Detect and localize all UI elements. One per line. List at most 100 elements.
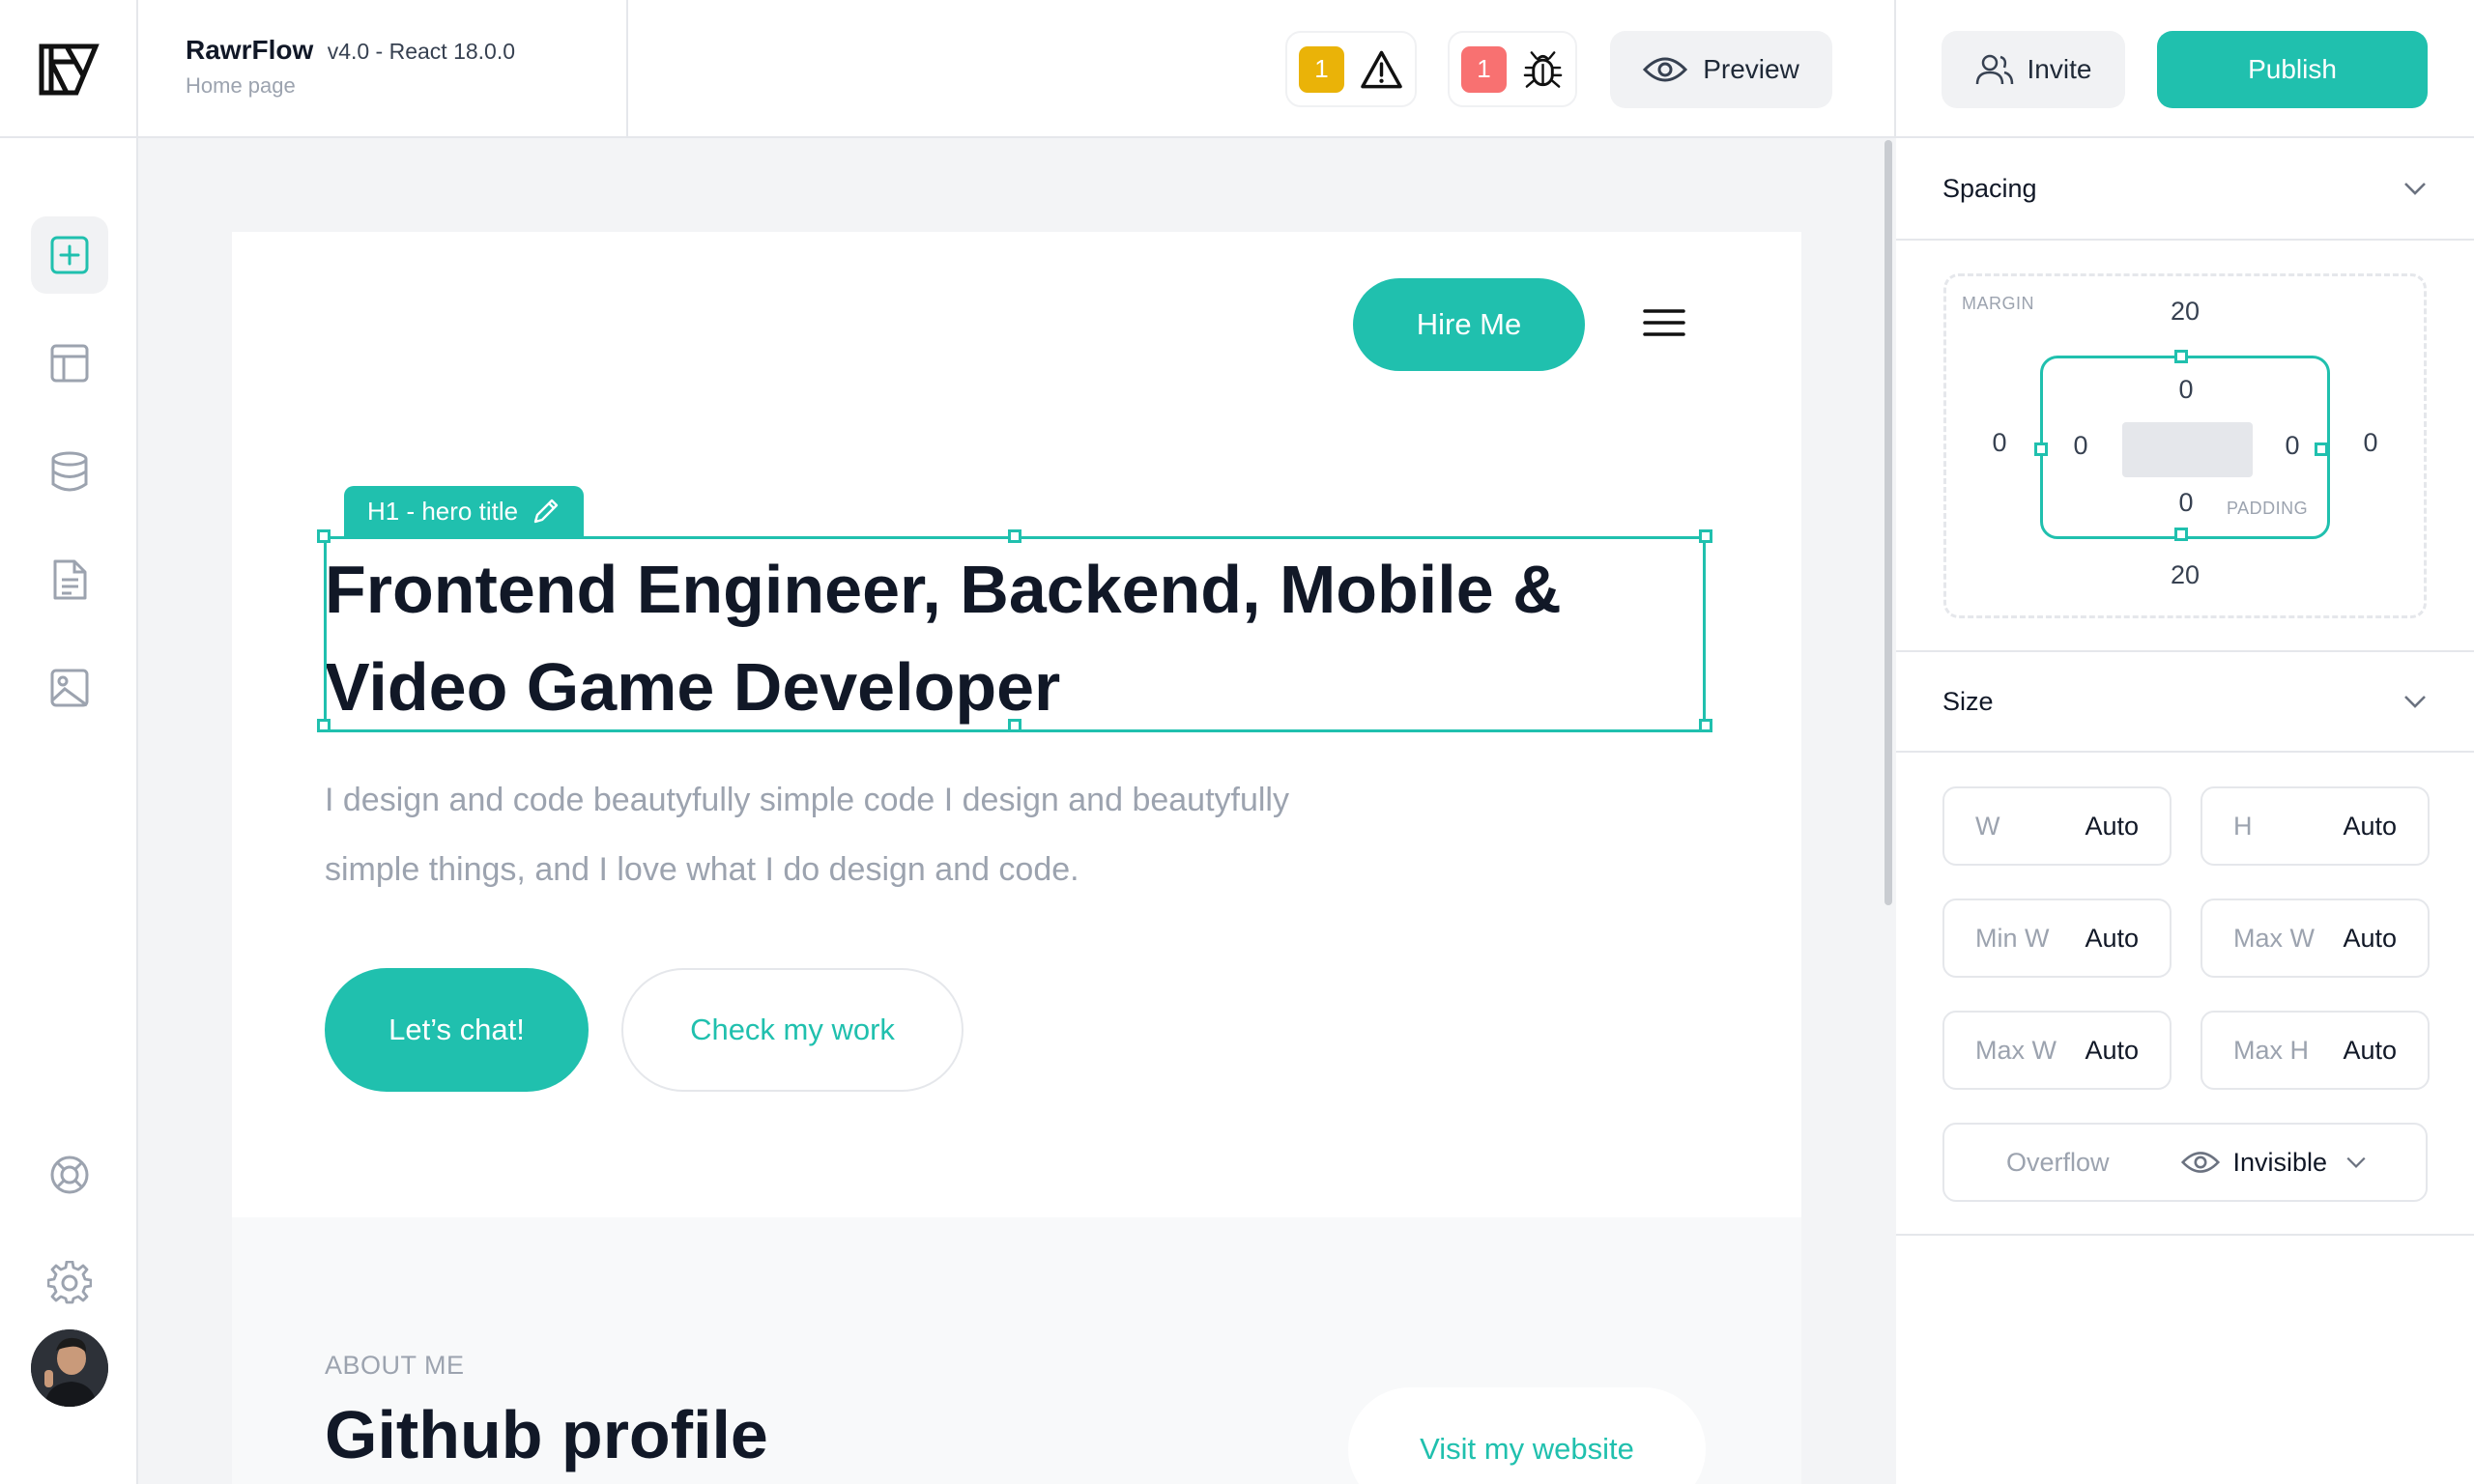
chevron-down-icon (2346, 1156, 2366, 1168)
settings-gear-icon (47, 1261, 92, 1304)
current-page-name: Home page (186, 73, 296, 98)
margin-bottom-value[interactable]: 20 (2166, 560, 2204, 590)
warnings-button[interactable]: 1 (1285, 31, 1417, 107)
min-width-field[interactable]: Min W Auto (1942, 899, 2172, 978)
sidebar-item-help[interactable] (31, 1136, 108, 1213)
pencil-edit-icon[interactable] (532, 497, 561, 526)
max-height-field-value: Auto (2343, 1035, 2397, 1065)
resize-handle-top-left[interactable] (317, 529, 331, 543)
padding-box: 0 0 0 0 PADDING (2034, 350, 2330, 541)
chevron-down-icon (2404, 183, 2426, 195)
min-width-field-value: Auto (2085, 923, 2139, 953)
image-icon (50, 669, 89, 707)
max-width-field-value: Auto (2343, 923, 2397, 953)
max-width-field-2-label: Max W (1975, 1035, 2057, 1065)
app-info: RawrFlow v4.0 - React 18.0.0 Home page (138, 0, 628, 138)
padding-handle-right[interactable] (2315, 442, 2328, 456)
preview-button[interactable]: Preview (1610, 31, 1832, 108)
selection-outline (317, 529, 1712, 732)
top-bar: RawrFlow v4.0 - React 18.0.0 Home page 1… (0, 0, 2474, 138)
lets-chat-button[interactable]: Let’s chat! (325, 968, 589, 1092)
errors-button[interactable]: 1 (1448, 31, 1577, 107)
hero-subtitle-line-2: simple things, and I love what I do desi… (325, 851, 1079, 888)
eye-icon (2180, 1152, 2220, 1173)
user-avatar[interactable] (31, 1329, 108, 1407)
sidebar-item-settings[interactable] (31, 1244, 108, 1322)
height-field[interactable]: H Auto (2201, 786, 2430, 866)
max-height-field-label: Max H (2233, 1035, 2310, 1065)
margin-right-value[interactable]: 0 (2351, 428, 2390, 458)
margin-left-value[interactable]: 0 (1980, 428, 2019, 458)
page-preview[interactable]: Hire Me H1 - hero title Frontend Enginee… (232, 232, 1801, 1484)
sidebar-item-pages[interactable] (31, 541, 108, 618)
sidebar-item-layout[interactable] (31, 325, 108, 402)
padding-bottom-value[interactable]: 0 (2167, 488, 2205, 518)
selected-element-tag-label: H1 - hero title (367, 496, 519, 526)
padding-handle-top[interactable] (2174, 350, 2188, 363)
about-label: ABOUT ME (325, 1351, 465, 1380)
about-section[interactable]: ABOUT ME Github profile Visit my website (232, 1217, 1801, 1484)
size-section-header[interactable]: Size (1896, 650, 2474, 753)
database-icon (51, 451, 88, 492)
selected-element-tag[interactable]: H1 - hero title (344, 486, 585, 536)
content-box (2122, 422, 2253, 477)
margin-label: MARGIN (1962, 294, 2034, 313)
resize-handle-top[interactable] (1008, 529, 1021, 543)
resize-handle-bottom-right[interactable] (1699, 719, 1712, 732)
help-lifebuoy-icon (50, 1156, 89, 1194)
add-square-icon (50, 236, 89, 274)
resize-handle-top-right[interactable] (1699, 529, 1712, 543)
max-width-field-2[interactable]: Max W Auto (1942, 1011, 2172, 1090)
min-width-field-label: Min W (1975, 923, 2050, 953)
sidebar-item-database[interactable] (31, 433, 108, 510)
preview-label: Preview (1703, 54, 1799, 84)
max-width-field-2-value: Auto (2085, 1035, 2139, 1065)
eye-icon (1643, 57, 1688, 82)
resize-handle-bottom-left[interactable] (317, 719, 331, 732)
visit-website-button[interactable]: Visit my website (1348, 1387, 1706, 1484)
app-logo[interactable] (0, 0, 138, 138)
about-title: Github profile (325, 1397, 768, 1472)
canvas-scrollbar[interactable] (1884, 140, 1892, 905)
width-field[interactable]: W Auto (1942, 786, 2172, 866)
design-canvas[interactable]: Hire Me H1 - hero title Frontend Enginee… (138, 138, 1894, 1484)
sidebar-item-media[interactable] (31, 649, 108, 727)
spacing-section-header[interactable]: Spacing (1896, 138, 2474, 241)
hero-subtitle-line-1: I design and code beautyfully simple cod… (325, 782, 1289, 818)
hire-me-button[interactable]: Hire Me (1353, 278, 1585, 371)
sidebar-item-add-element[interactable] (31, 216, 108, 294)
invite-button[interactable]: Invite (1942, 31, 2125, 108)
max-height-field[interactable]: Max H Auto (2201, 1011, 2430, 1090)
errors-count-badge: 1 (1461, 45, 1507, 93)
width-field-value: Auto (2085, 811, 2139, 841)
user-photo-icon (31, 1329, 108, 1407)
hero-subtitle[interactable]: I design and code beautyfully simple cod… (325, 765, 1417, 904)
warnings-count-badge: 1 (1299, 45, 1344, 93)
spacing-title: Spacing (1942, 173, 2037, 203)
bug-icon (1523, 50, 1563, 88)
panel-divider (1896, 1234, 2474, 1236)
hamburger-menu-icon[interactable] (1643, 301, 1685, 344)
padding-left-value[interactable]: 0 (2061, 431, 2100, 461)
properties-panel: Spacing MARGIN 20 20 0 0 0 0 0 0 PADDING… (1896, 138, 2474, 1484)
height-field-value: Auto (2343, 811, 2397, 841)
resize-handle-bottom[interactable] (1008, 719, 1021, 732)
check-my-work-button[interactable]: Check my work (621, 968, 964, 1092)
padding-top-value[interactable]: 0 (2167, 375, 2205, 405)
margin-top-value[interactable]: 20 (2166, 297, 2204, 327)
padding-label: PADDING (2227, 499, 2309, 518)
max-width-field-label: Max W (2233, 923, 2315, 953)
warning-triangle-icon (1361, 50, 1402, 88)
chevron-down-icon (2404, 696, 2426, 708)
max-width-field[interactable]: Max W Auto (2201, 899, 2430, 978)
padding-right-value[interactable]: 0 (2273, 431, 2312, 461)
padding-handle-left[interactable] (2034, 442, 2048, 456)
height-field-label: H (2233, 811, 2253, 841)
overflow-select[interactable]: Overflow Invisible (1942, 1123, 2428, 1202)
width-field-label: W (1975, 811, 2000, 841)
margin-box: MARGIN 20 20 0 0 0 0 0 0 PADDING (1943, 273, 2427, 618)
layout-icon (50, 344, 89, 383)
padding-handle-bottom[interactable] (2174, 528, 2188, 541)
publish-button[interactable]: Publish (2157, 31, 2428, 108)
size-title: Size (1942, 686, 1994, 716)
